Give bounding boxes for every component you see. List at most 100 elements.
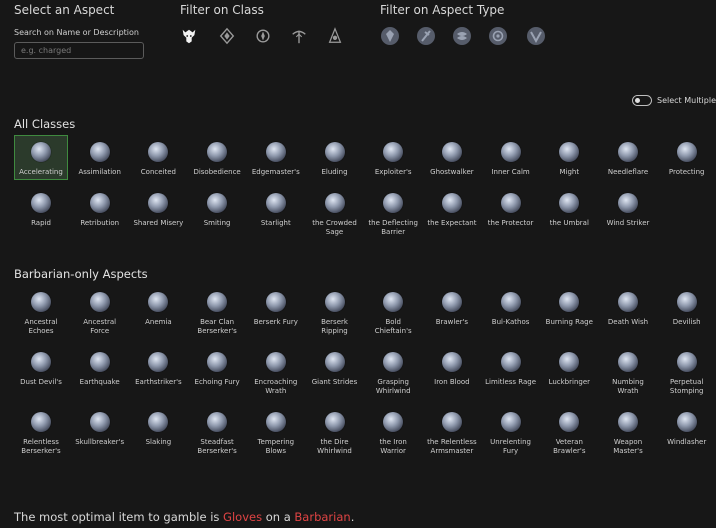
aspect-item[interactable]: Windlasher [660, 412, 714, 447]
aspect-label: Weapon Master's [613, 438, 643, 455]
aspect-icon [441, 142, 462, 162]
aspect-item[interactable]: Perpetual Stomping [660, 352, 714, 395]
rogue-icon[interactable] [290, 27, 308, 45]
aspect-icon [265, 142, 286, 162]
aspect-icon [89, 292, 110, 312]
aspect-item[interactable]: Weapon Master's [601, 412, 655, 455]
aspect-item[interactable]: Ancestral Echoes [14, 292, 68, 335]
aspect-label: Devilish [672, 318, 701, 326]
aspect-item[interactable]: Rapid [14, 193, 68, 228]
aspect-label: Smiting [203, 219, 231, 227]
sorcerer-icon[interactable] [326, 27, 344, 45]
aspect-item[interactable]: Protecting [660, 142, 714, 177]
aspect-item[interactable]: Dust Devil's [14, 352, 68, 387]
aspect-item[interactable]: Bear Clan Berserker's [190, 292, 244, 335]
aspect-item[interactable]: Retribution [73, 193, 127, 228]
aspect-label: Protecting [668, 168, 705, 176]
aspect-item[interactable]: Steadfast Berserker's [190, 412, 244, 455]
aspect-label: Luckbringer [548, 378, 591, 386]
aspect-item[interactable]: Skullbreaker's [73, 412, 127, 447]
filter-class-heading: Filter on Class [180, 3, 264, 17]
aspect-label: Grasping Whirlwind [375, 378, 411, 395]
aspect-item[interactable]: Anemia [131, 292, 185, 327]
aspect-label: the Iron Warrior [379, 438, 407, 455]
barbarian-icon[interactable] [180, 27, 198, 45]
aspect-item[interactable]: Earthstriker's [131, 352, 185, 387]
necromancer-icon[interactable] [254, 27, 272, 45]
aspect-label: Berserk Ripping [321, 318, 348, 335]
aspect-item[interactable]: Numbing Wrath [601, 352, 655, 395]
aspect-item[interactable]: Shared Misery [131, 193, 185, 228]
aspect-item[interactable]: the Umbral [542, 193, 596, 228]
aspect-item[interactable]: Earthquake [73, 352, 127, 387]
aspect-label: Slaking [145, 438, 172, 446]
aspect-item[interactable]: Eluding [308, 142, 362, 177]
aspect-item[interactable]: the Crowded Sage [308, 193, 362, 236]
aspect-item[interactable]: Edgemaster's [249, 142, 303, 177]
aspect-item[interactable]: Relentless Berserker's [14, 412, 68, 455]
search-label: Search on Name or Description [14, 28, 139, 37]
aspect-item[interactable]: Smiting [190, 193, 244, 228]
aspect-item[interactable]: Luckbringer [542, 352, 596, 387]
aspect-label: Starlight [260, 219, 291, 227]
aspect-item[interactable]: Brawler's [425, 292, 479, 327]
aspect-item[interactable]: Needleflare [601, 142, 655, 177]
aspect-item[interactable]: Giant Strides [308, 352, 362, 387]
aspect-icon [383, 193, 404, 213]
aspect-item[interactable]: Conceited [131, 142, 185, 177]
utility-icon[interactable] [488, 26, 508, 46]
search-input[interactable] [14, 42, 144, 59]
aspect-item[interactable]: Slaking [131, 412, 185, 447]
resource-icon[interactable] [452, 26, 472, 46]
aspect-icon [148, 193, 169, 213]
aspect-icon [31, 193, 51, 213]
aspect-item[interactable]: Starlight [249, 193, 303, 228]
aspect-item[interactable]: Encroaching Wrath [249, 352, 303, 395]
aspect-item[interactable]: Accelerating [14, 135, 68, 180]
mobility-icon[interactable] [526, 26, 546, 46]
aspect-item[interactable]: the Protector [484, 193, 538, 228]
aspect-label: Perpetual Stomping [669, 378, 704, 395]
filter-type-heading: Filter on Aspect Type [380, 3, 505, 17]
aspect-label: Burning Rage [545, 318, 593, 326]
aspect-item[interactable]: Ancestral Force [73, 292, 127, 335]
aspect-item[interactable]: Might [542, 142, 596, 177]
aspect-item[interactable]: the Deflecting Barrier [366, 193, 420, 236]
aspect-icon [148, 352, 169, 372]
aspect-item[interactable]: the Dire Whirlwind [308, 412, 362, 455]
aspect-item[interactable]: Tempering Blows [249, 412, 303, 455]
aspect-item[interactable]: Wind Striker [601, 193, 655, 228]
aspect-item[interactable]: Grasping Whirlwind [366, 352, 420, 395]
aspect-item[interactable]: Echoing Fury [190, 352, 244, 387]
toggle-switch[interactable] [632, 95, 652, 106]
druid-icon[interactable] [218, 27, 236, 45]
aspect-item[interactable]: the Iron Warrior [366, 412, 420, 455]
aspect-icon [441, 412, 462, 432]
aspect-item[interactable]: the Relentless Armsmaster [425, 412, 479, 455]
aspect-icon [500, 193, 521, 213]
aspect-item[interactable]: Veteran Brawler's [542, 412, 596, 455]
aspect-item[interactable]: Iron Blood [425, 352, 479, 387]
aspect-label: Iron Blood [434, 378, 470, 386]
aspect-item[interactable]: Berserk Fury [249, 292, 303, 327]
aspect-item[interactable]: Assimilation [73, 142, 127, 177]
aspect-item[interactable]: Limitless Rage [484, 352, 538, 387]
aspect-item[interactable]: Bul-Kathos [484, 292, 538, 327]
defensive-icon[interactable] [380, 26, 400, 46]
aspect-item[interactable]: Burning Rage [542, 292, 596, 327]
aspect-item[interactable]: Bold Chieftain's [366, 292, 420, 335]
aspect-item[interactable]: Berserk Ripping [308, 292, 362, 335]
aspect-icon [265, 412, 286, 432]
aspect-item[interactable]: Inner Calm [484, 142, 538, 177]
aspect-item[interactable]: Disobedience [190, 142, 244, 177]
aspect-item[interactable]: Devilish [660, 292, 714, 327]
offensive-icon[interactable] [416, 26, 436, 46]
aspect-item[interactable]: Death Wish [601, 292, 655, 327]
aspect-item[interactable]: Exploiter's [366, 142, 420, 177]
aspect-icon [383, 142, 404, 162]
select-multiple-toggle[interactable]: Select Multiple [632, 95, 716, 106]
aspect-item[interactable]: Ghostwalker [425, 142, 479, 177]
aspect-label: Earthquake [79, 378, 120, 386]
aspect-item[interactable]: the Expectant [425, 193, 479, 228]
aspect-item[interactable]: Unrelenting Fury [484, 412, 538, 455]
